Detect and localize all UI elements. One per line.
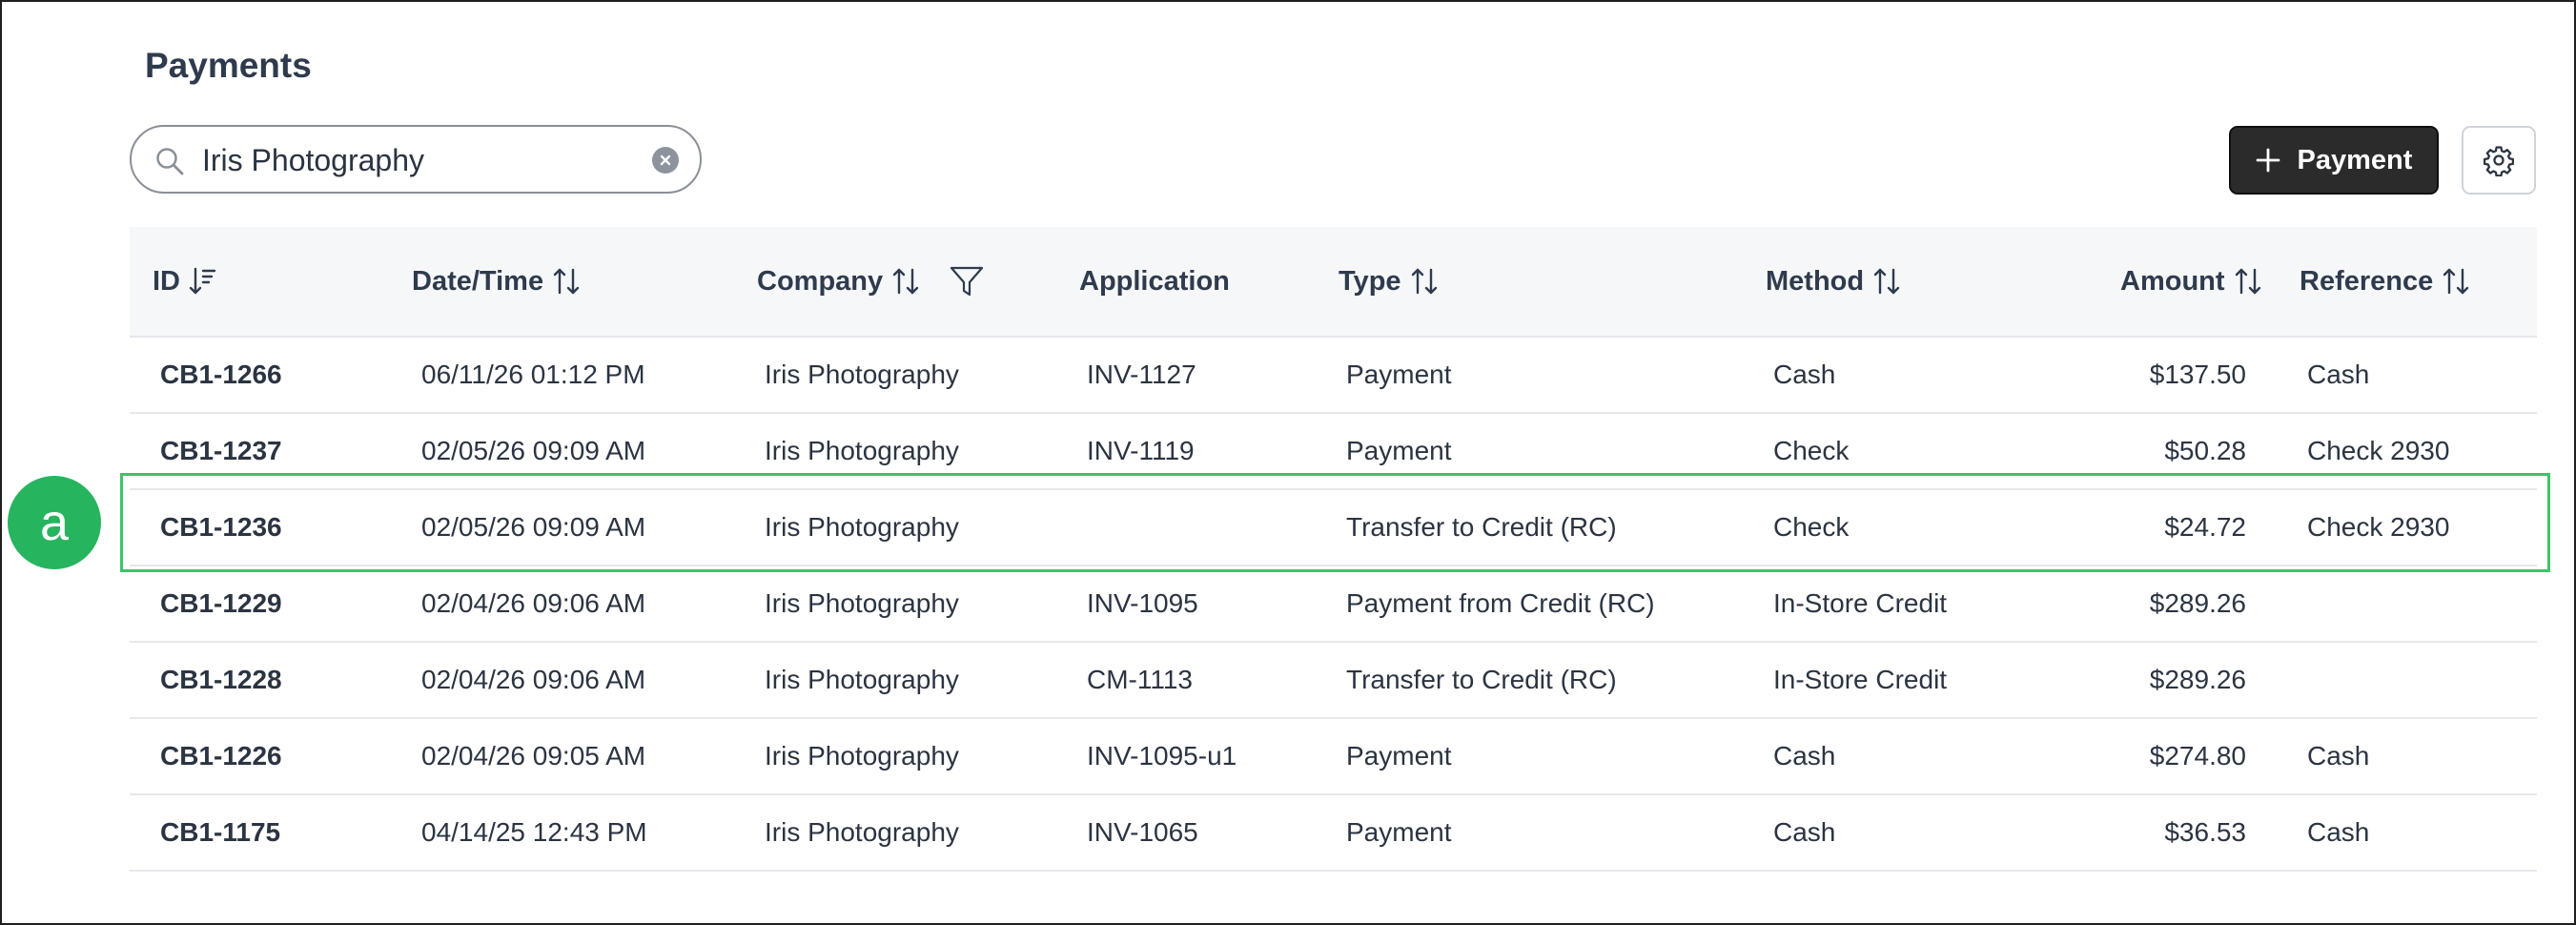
cell-reference: Check 2930 <box>2307 512 2450 542</box>
cell-method: Cash <box>1773 741 1836 771</box>
annotation-badge: a <box>8 476 101 569</box>
cell-company: Iris Photography <box>765 436 959 465</box>
add-payment-label: Payment <box>2297 144 2413 175</box>
cell-type: Payment <box>1346 436 1452 465</box>
table-row[interactable]: CB1-1175 04/14/25 12:43 PM Iris Photogra… <box>130 795 2537 872</box>
column-header-method[interactable]: Method <box>1766 227 1902 336</box>
gear-icon <box>2483 146 2515 176</box>
cell-id[interactable]: CB1-1266 <box>160 338 282 412</box>
cell-amount: $50.28 <box>2164 436 2246 465</box>
cell-datetime: 02/04/26 09:05 AM <box>421 741 646 771</box>
cell-reference: Check 2930 <box>2307 436 2450 465</box>
cell-method: In-Store Credit <box>1773 665 1948 694</box>
cell-datetime: 02/04/26 09:06 AM <box>421 588 646 618</box>
cell-application[interactable]: INV-1095-u1 <box>1087 719 1237 793</box>
cell-datetime: 02/04/26 09:06 AM <box>421 665 646 694</box>
column-header-reference[interactable]: Reference <box>2300 227 2471 336</box>
search-icon <box>156 148 184 175</box>
sort-icon[interactable] <box>2441 266 2471 297</box>
column-header-datetime[interactable]: Date/Time <box>412 227 582 336</box>
cell-method: Check <box>1773 512 1850 542</box>
column-header-application: Application <box>1079 265 1230 297</box>
cell-amount: $24.72 <box>2164 512 2246 542</box>
cell-datetime: 02/05/26 09:09 AM <box>421 512 646 542</box>
column-header-type[interactable]: Type <box>1339 227 1440 336</box>
cell-type: Payment <box>1346 360 1452 389</box>
cell-amount: $274.80 <box>2149 741 2246 771</box>
cell-method: Check <box>1773 436 1850 465</box>
cell-id[interactable]: CB1-1237 <box>160 414 282 488</box>
page-title: Payments <box>145 46 312 85</box>
clear-search-button[interactable] <box>652 147 679 174</box>
cell-amount: $289.26 <box>2149 665 2246 694</box>
table-settings-button[interactable] <box>2462 126 2536 195</box>
cell-reference: Cash <box>2307 817 2370 847</box>
clear-icon <box>660 154 671 166</box>
table-row[interactable]: CB1-1266 06/11/26 01:12 PM Iris Photogra… <box>130 338 2537 414</box>
cell-application[interactable]: INV-1127 <box>1087 338 1196 412</box>
payments-table: ID Date/Time Company Application Type Me… <box>130 227 2537 872</box>
sort-desc-icon[interactable] <box>188 266 216 297</box>
table-row[interactable]: CB1-1228 02/04/26 09:06 AM Iris Photogra… <box>130 643 2537 719</box>
cell-company: Iris Photography <box>765 665 959 694</box>
cell-id[interactable]: CB1-1228 <box>160 643 282 717</box>
cell-company: Iris Photography <box>765 588 959 618</box>
cell-type: Payment from Credit (RC) <box>1346 588 1655 618</box>
sort-icon[interactable] <box>1409 266 1440 297</box>
table-row[interactable]: CB1-1237 02/05/26 09:09 AM Iris Photogra… <box>130 414 2537 490</box>
cell-company: Iris Photography <box>765 360 959 389</box>
cell-id[interactable]: CB1-1226 <box>160 719 282 793</box>
sort-icon[interactable] <box>890 266 921 297</box>
cell-reference: Cash <box>2307 741 2370 771</box>
column-header-id[interactable]: ID <box>153 227 216 336</box>
sort-icon[interactable] <box>2233 266 2263 297</box>
search-input[interactable] <box>202 138 622 182</box>
cell-id[interactable]: CB1-1229 <box>160 566 282 641</box>
cell-type: Transfer to Credit (RC) <box>1346 665 1617 694</box>
cell-company: Iris Photography <box>765 512 959 542</box>
cell-company: Iris Photography <box>765 817 959 847</box>
cell-id[interactable]: CB1-1175 <box>160 795 280 870</box>
cell-amount: $289.26 <box>2149 588 2246 618</box>
cell-type: Transfer to Credit (RC) <box>1346 512 1617 542</box>
cell-method: In-Store Credit <box>1773 588 1948 618</box>
search-box[interactable] <box>130 125 702 194</box>
column-header-company[interactable]: Company <box>757 227 984 336</box>
table-row[interactable]: CB1-1236 02/05/26 09:09 AM Iris Photogra… <box>130 490 2537 566</box>
cell-application[interactable]: INV-1095 <box>1087 566 1198 641</box>
sort-icon[interactable] <box>1871 266 1902 297</box>
cell-reference: Cash <box>2307 360 2370 389</box>
cell-method: Cash <box>1773 360 1836 389</box>
cell-amount: $137.50 <box>2149 360 2246 389</box>
cell-company: Iris Photography <box>765 741 959 771</box>
filter-icon[interactable] <box>950 265 984 298</box>
cell-application[interactable]: CM-1113 <box>1087 643 1193 717</box>
cell-type: Payment <box>1346 741 1452 771</box>
table-row[interactable]: CB1-1226 02/04/26 09:05 AM Iris Photogra… <box>130 719 2537 795</box>
cell-datetime: 06/11/26 01:12 PM <box>421 360 645 389</box>
plus-icon <box>2256 148 2280 173</box>
cell-id[interactable]: CB1-1236 <box>160 490 282 565</box>
table-row[interactable]: CB1-1229 02/04/26 09:06 AM Iris Photogra… <box>130 566 2537 643</box>
cell-type: Payment <box>1346 817 1452 847</box>
cell-amount: $36.53 <box>2164 817 2246 847</box>
cell-application[interactable]: INV-1119 <box>1087 414 1195 488</box>
cell-datetime: 04/14/25 12:43 PM <box>421 817 647 847</box>
table-header: ID Date/Time Company Application Type Me… <box>130 227 2537 338</box>
app-frame: Payments Payment ID <box>0 0 2576 925</box>
cell-application[interactable]: INV-1065 <box>1087 795 1198 870</box>
add-payment-button[interactable]: Payment <box>2229 126 2439 195</box>
sort-icon[interactable] <box>551 266 582 297</box>
column-header-amount[interactable]: Amount <box>2120 227 2263 336</box>
cell-method: Cash <box>1773 817 1836 847</box>
cell-datetime: 02/05/26 09:09 AM <box>421 436 646 465</box>
